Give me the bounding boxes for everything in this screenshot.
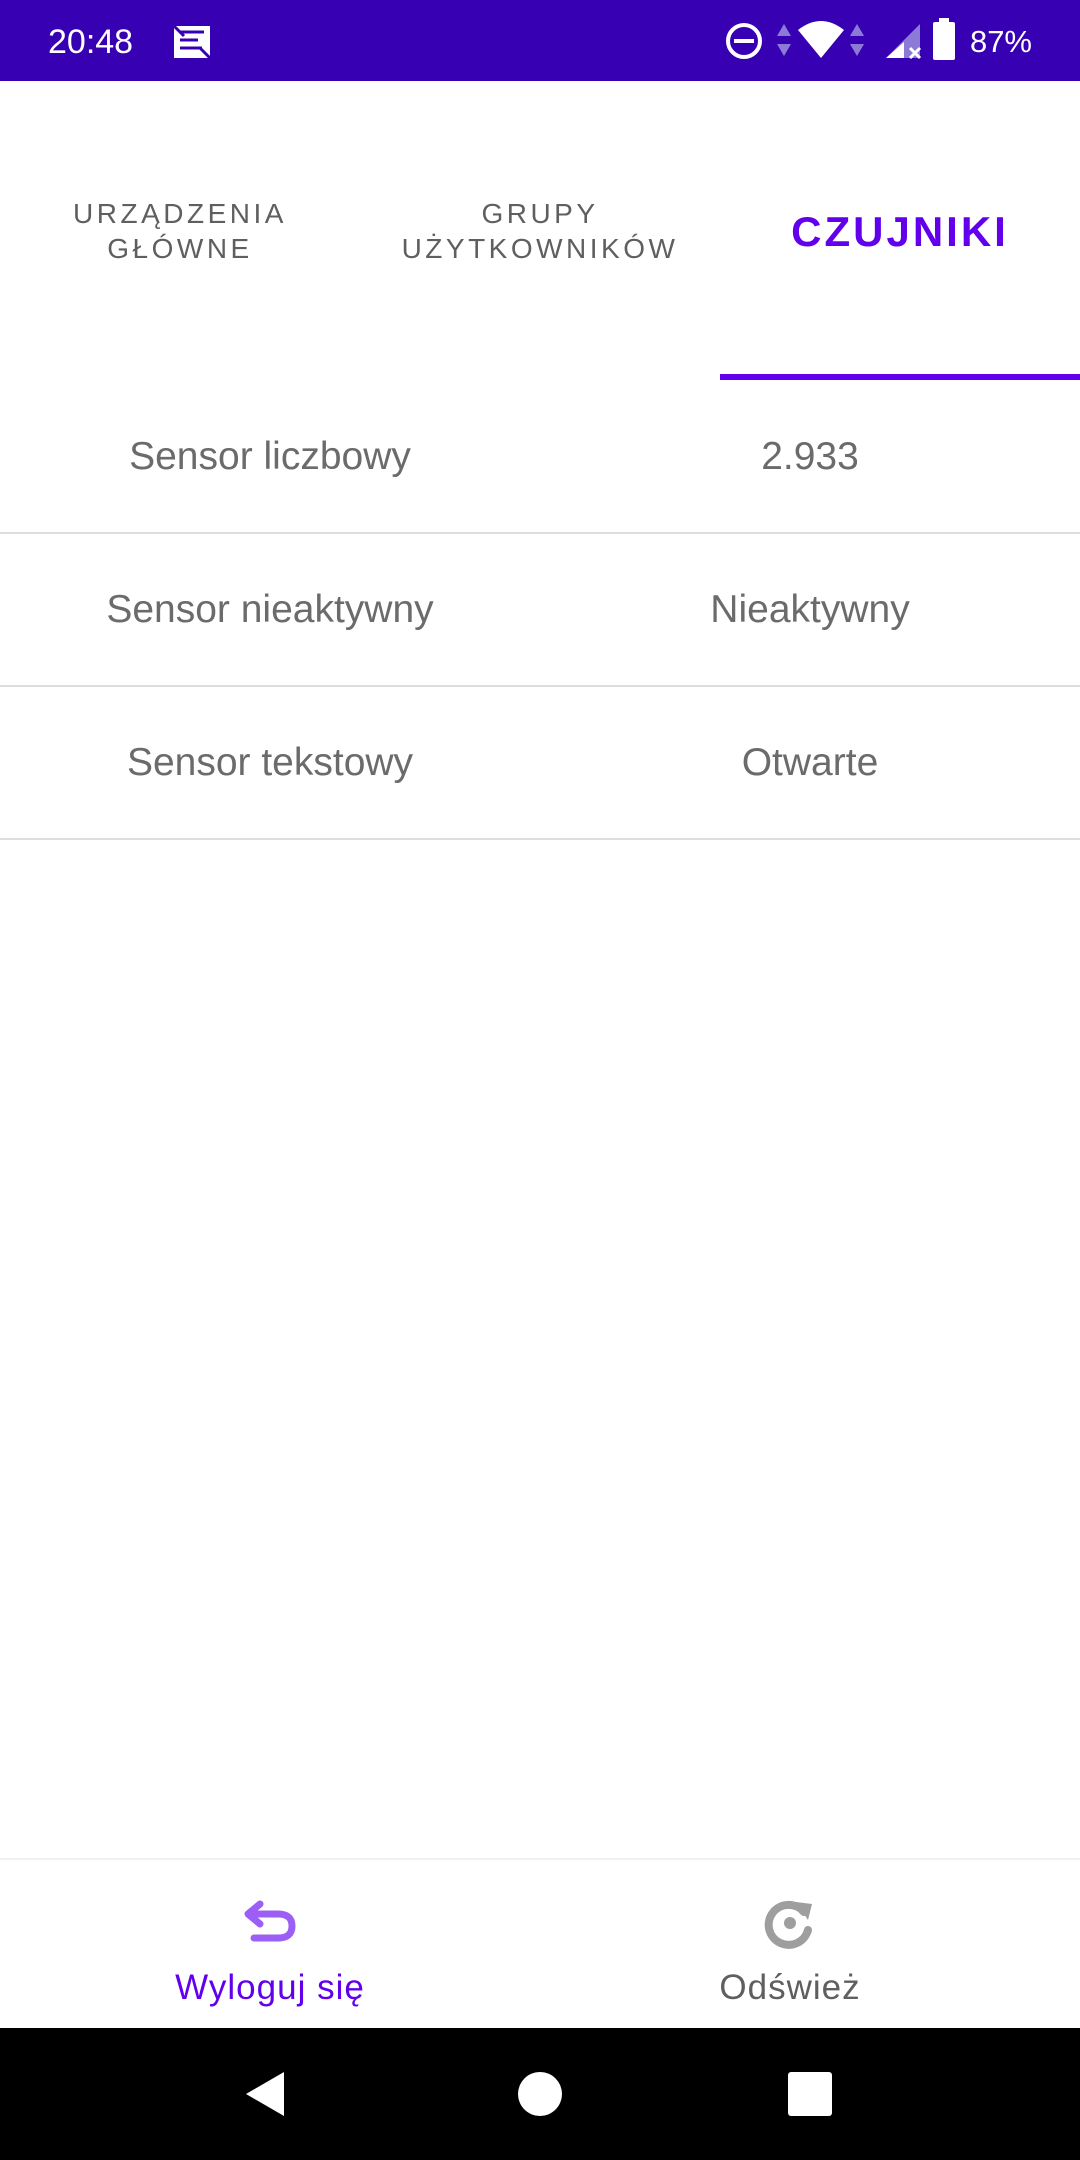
list-item[interactable]: Sensor liczbowy 2.933	[0, 381, 1080, 534]
sensor-value: 2.933	[761, 434, 859, 478]
tab-user-groups[interactable]: GRUPY UŻYTKOWNIKÓW	[360, 81, 720, 381]
notification-app-icon	[172, 24, 212, 60]
status-bar: 20:48 87%	[0, 0, 1080, 81]
signal-icon	[886, 24, 922, 60]
sensor-value: Nieaktywny	[710, 587, 910, 631]
back-icon[interactable]	[240, 2068, 290, 2120]
list-item[interactable]: Sensor nieaktywny Nieaktywny	[0, 534, 1080, 687]
tab-main-devices[interactable]: URZĄDZENIA GŁÓWNE	[0, 81, 360, 381]
logout-button[interactable]: Wyloguj się	[0, 1860, 540, 2030]
tab-user-groups-label: GRUPY UŻYTKOWNIKÓW	[401, 198, 679, 264]
sensor-name: Sensor tekstowy	[126, 740, 414, 784]
refresh-label: Odśwież	[719, 1968, 861, 2007]
home-icon[interactable]	[516, 2070, 564, 2118]
do-not-disturb-icon	[726, 23, 762, 59]
sensor-value: Otwarte	[741, 740, 879, 784]
list-item[interactable]: Sensor tekstowy Otwarte	[0, 687, 1080, 840]
sensor-name: Sensor nieaktywny	[106, 587, 434, 631]
refresh-button[interactable]: Odśwież	[520, 1860, 1060, 2030]
tab-active-indicator	[720, 374, 1080, 380]
sensor-name: Sensor liczbowy	[129, 434, 411, 478]
logout-label: Wyloguj się	[175, 1968, 365, 2007]
wifi-icon	[798, 21, 844, 58]
refresh-icon	[764, 1900, 812, 1949]
undo-arrow-icon	[244, 1900, 296, 1942]
data-arrows-icon	[777, 24, 791, 56]
recents-icon[interactable]	[786, 2070, 834, 2118]
system-navigation-bar	[0, 2028, 1080, 2160]
tab-main-devices-label: URZĄDZENIA GŁÓWNE	[73, 198, 287, 264]
bottom-navigation: Wyloguj się Odśwież	[0, 1858, 1080, 2030]
battery-percent: 87%	[969, 24, 1032, 59]
battery-icon	[933, 18, 955, 60]
tab-sensors[interactable]: CZUJNIKI	[720, 81, 1080, 381]
tab-bar: URZĄDZENIA GŁÓWNE GRUPY UŻYTKOWNIKÓW CZU…	[0, 81, 1080, 381]
tab-sensors-label: CZUJNIKI	[791, 207, 1009, 255]
wifi-activity-icon	[850, 24, 864, 56]
status-time: 20:48	[48, 23, 134, 61]
sensor-list: Sensor liczbowy 2.933 Sensor nieaktywny …	[0, 381, 1080, 840]
